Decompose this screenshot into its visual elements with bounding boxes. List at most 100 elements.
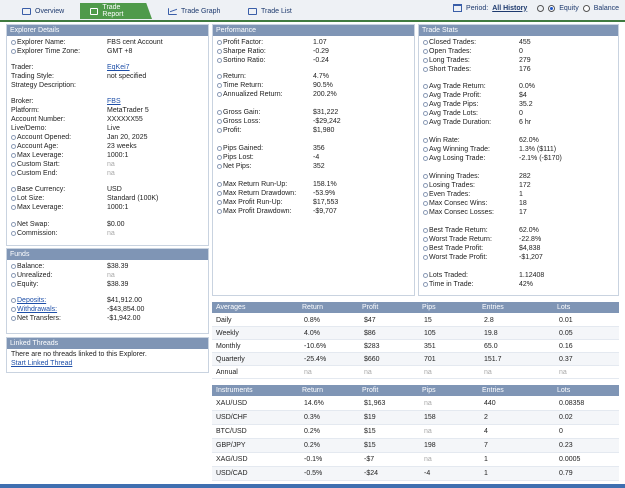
row-label-text: Avg Losing Trade: [429,155,486,162]
info-icon[interactable] [11,170,16,176]
calendar-icon [453,4,463,12]
info-icon[interactable] [11,272,16,278]
column-header[interactable]: Pips [422,302,436,313]
info-icon[interactable] [423,182,428,188]
info-icon[interactable] [11,39,16,45]
info-icon[interactable] [11,195,16,201]
info-icon[interactable] [11,143,16,149]
info-icon[interactable] [423,173,428,179]
info-icon[interactable] [217,82,222,88]
info-icon[interactable] [11,230,16,236]
info-icon[interactable] [423,66,428,72]
info-icon[interactable] [423,146,428,152]
info-icon[interactable] [217,73,222,79]
row-label-text: Max Return Drawdown: [223,190,297,197]
info-icon[interactable] [423,254,428,260]
info-icon[interactable] [217,127,222,133]
info-icon[interactable] [217,154,222,160]
row-label: Open Trades: [423,47,471,56]
row-value[interactable]: EqKei7 [107,63,130,72]
period-value-link[interactable]: All History [492,5,527,12]
column-header[interactable]: Entries [482,385,504,396]
info-icon[interactable] [11,48,16,54]
row-label-text: Max Leverage: [17,204,64,211]
column-header[interactable]: Profit [362,385,378,396]
info-icon[interactable] [11,186,16,192]
info-icon[interactable] [423,209,428,215]
info-icon[interactable] [217,181,222,187]
row-label-text: Long Trades: [429,57,470,64]
start-linked-thread-link[interactable]: Start Linked Thread [11,360,72,367]
column-header[interactable]: Lots [557,302,570,313]
info-icon[interactable] [423,236,428,242]
column-header[interactable]: Pips [422,385,436,396]
info-icon[interactable] [11,297,16,303]
info-icon[interactable] [11,263,16,269]
row-value: 455 [519,39,531,46]
performance-row: Profit: $1,980 [213,126,414,135]
column-header[interactable]: Profit [362,302,378,313]
info-icon[interactable] [423,39,428,45]
info-icon[interactable] [11,306,16,312]
trade-stats-row: Long Trades: 279 [419,56,618,65]
table-cell: Annual [216,369,238,376]
row-label-text: Explorer Time Zone: [17,48,81,55]
info-icon[interactable] [217,48,222,54]
info-icon[interactable] [11,315,16,321]
column-header[interactable]: Return [302,385,323,396]
info-icon[interactable] [423,110,428,116]
table-row: Monthly -10.6% $283 351 65.0 0.16 [212,340,619,353]
column-header[interactable]: Entries [482,302,504,313]
table-row: USD/CHF 0.3% $19 158 2 0.02 [212,411,619,425]
info-icon[interactable] [11,161,16,167]
info-icon[interactable] [423,119,428,125]
info-icon[interactable] [11,152,16,158]
info-icon[interactable] [11,134,16,140]
info-icon[interactable] [217,145,222,151]
column-header[interactable]: Return [302,302,323,313]
row-value: 282 [519,173,531,180]
info-icon[interactable] [423,281,428,287]
info-icon[interactable] [423,227,428,233]
tab-trade-graph-label: Trade Graph [181,7,221,15]
info-icon[interactable] [217,199,222,205]
info-icon[interactable] [423,48,428,54]
column-header[interactable]: Lots [557,385,570,396]
info-icon[interactable] [423,57,428,63]
row-value: $1,980 [313,127,335,134]
row-label-text[interactable]: Deposits: [17,297,46,304]
row-label-text[interactable]: Withdrawals: [17,306,57,313]
tab-trade-report[interactable]: Trade Report [80,3,152,19]
info-icon[interactable] [423,191,428,197]
info-icon[interactable] [217,39,222,45]
balance-radio[interactable] [582,4,590,12]
info-icon[interactable] [217,57,222,63]
tab-trade-graph[interactable]: Trade Graph [168,3,220,19]
info-icon[interactable] [423,92,428,98]
performance-row: Sortino Ratio: -0.24 [213,56,414,65]
info-icon[interactable] [217,190,222,196]
explorer-details-row: Explorer Name: FBS cent Account [7,38,208,47]
info-icon[interactable] [217,91,222,97]
info-icon[interactable] [423,155,428,161]
performance-row: Max Profit Run-Up: $17,553 [213,198,414,207]
tab-overview[interactable]: Overview [22,3,64,19]
row-value[interactable]: FBS [107,97,121,106]
info-icon[interactable] [217,163,222,169]
info-icon[interactable] [217,109,222,115]
info-icon[interactable] [423,83,428,89]
info-icon[interactable] [11,281,16,287]
info-icon[interactable] [423,137,428,143]
info-icon[interactable] [423,200,428,206]
table-cell: 4.0% [304,330,320,337]
settings-icon[interactable] [537,4,545,12]
info-icon[interactable] [217,208,222,214]
info-icon[interactable] [11,221,16,227]
info-icon[interactable] [423,245,428,251]
info-icon[interactable] [11,204,16,210]
equity-radio[interactable] [548,4,556,12]
info-icon[interactable] [423,101,428,107]
info-icon[interactable] [217,118,222,124]
tab-trade-list[interactable]: Trade List [248,3,292,19]
info-icon[interactable] [423,272,428,278]
